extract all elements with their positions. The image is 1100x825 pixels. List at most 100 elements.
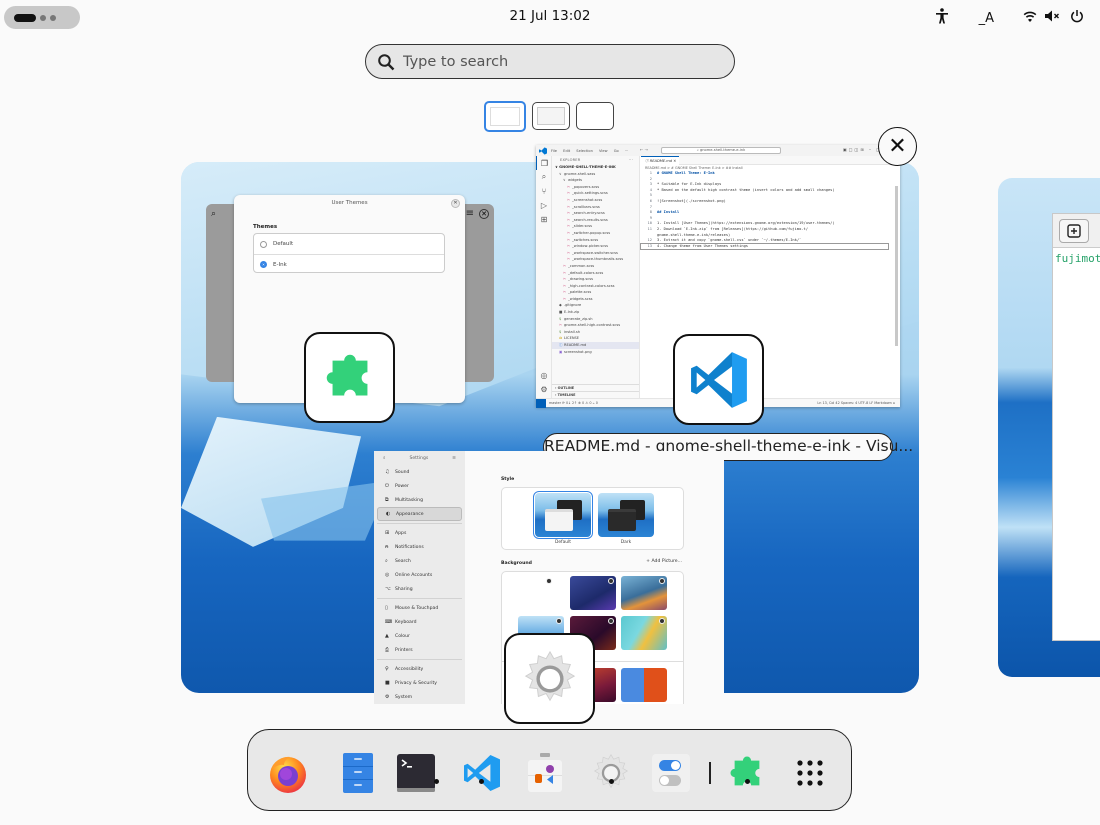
sidebar-item-apps[interactable]: ⊞ Apps [377,526,462,540]
editor-scrollbar[interactable] [895,186,898,346]
nav-back-forward[interactable]: ← → [640,147,648,152]
menu-file[interactable]: File [551,149,557,153]
dock-item-firefox[interactable] [265,750,311,796]
tree-item[interactable]: ✂ _scrollbars.scss [552,204,639,211]
sidebar-item-keyboard[interactable]: ⌨ Keyboard [377,615,462,629]
search-entry[interactable] [365,44,735,79]
tree-item[interactable]: ✂ _screenshot.scss [552,197,639,204]
search-icon[interactable]: ⌕ [536,170,552,184]
sidebar-item-privacy-security[interactable]: ■ Privacy & Security [377,676,462,690]
sidebar-item-system[interactable]: ⚙ System [377,690,462,704]
system-tray[interactable]: _A [935,6,1084,30]
workspace-thumbnail-2[interactable] [532,102,570,130]
account-icon[interactable]: ◎ [536,368,552,382]
background-thumb[interactable] [621,616,667,650]
sidebar-item-online-accounts[interactable]: ◎ Online Accounts [377,568,462,582]
search-icon[interactable]: ⌕ [383,455,386,461]
dock-item-tweaks[interactable] [648,750,694,796]
sidebar-item-power[interactable]: ⏻ Power [377,479,462,493]
tree-item[interactable]: ✂ _default-colors.scss [552,270,639,277]
tree-item[interactable]: ∨ widgets [552,177,639,184]
style-option-default[interactable] [533,491,593,539]
tree-item[interactable]: ■ E-Ink.zip [552,309,639,316]
background-thumb[interactable] [508,576,554,610]
layout-controls[interactable]: ▣□◫⊞ – □ [843,147,882,152]
dock-item-settings[interactable] [588,750,634,796]
tab-readme[interactable]: ⓘ README.md ✕ [641,156,679,165]
tree-item[interactable]: ✂ _quick-settings.scss [552,190,639,197]
power-icon[interactable] [1070,9,1084,27]
code-line[interactable]: 13 4. Change theme from User Themes setti… [640,242,889,251]
background-thumb[interactable] [621,576,667,610]
tree-item[interactable]: $ generate_zip.sh [552,316,639,323]
menu-selection[interactable]: Selection [576,149,593,153]
tree-item[interactable]: ✂ _high-contrast-colors.scss [552,283,639,290]
wifi-icon[interactable] [1022,9,1038,27]
background-thumb[interactable] [570,576,616,610]
tree-item[interactable]: ◆ .gitignore [552,302,639,309]
tree-item[interactable]: ✂ _switches.scss [552,237,639,244]
workspace-thumbnail-3[interactable] [576,102,614,130]
run-debug-icon[interactable]: ▷ [536,198,552,212]
tree-item[interactable]: ✂ _slider.scss [552,223,639,230]
source-control-icon[interactable]: ⑂ [536,184,552,198]
tree-item[interactable]: ✂ _palette.scss [552,289,639,296]
tree-item[interactable]: $ install.sh [552,329,639,336]
add-picture-button[interactable]: + Add Picture... [646,559,682,564]
show-apps-button[interactable] [787,750,833,796]
tree-item[interactable]: ✂ gnome-shell-high-contrast.scss [552,322,639,329]
menu-view[interactable]: View [599,149,608,153]
sidebar-item-search[interactable]: ⌕ Search [377,554,462,568]
search-input[interactable] [403,53,703,70]
dock-item-software[interactable] [522,750,568,796]
manage-gear-icon[interactable]: ⚙ [536,382,552,396]
sidebar-item-notifications[interactable]: ⍾ Notifications [377,540,462,554]
style-option-dark[interactable] [598,493,654,537]
dock-item-vscode[interactable] [459,750,505,796]
new-tab-button[interactable] [1059,219,1089,243]
sidebar-item-printers[interactable]: ⎙ Printers [377,643,462,657]
sidebar-item-sharing[interactable]: ⌥ Sharing [377,582,462,596]
command-center[interactable]: ⌕ gnome-shell-theme-e-ink [661,147,781,154]
extensions-icon[interactable]: ⊞ [536,212,552,226]
accessibility-icon[interactable] [935,8,949,28]
background-thumb[interactable] [621,668,667,702]
menu-icon[interactable]: ≡ [452,456,456,461]
outline-section[interactable]: › OUTLINE [552,384,639,391]
sidebar-item-accessibility[interactable]: ♀ Accessibility [377,662,462,676]
dock-item-extensions[interactable] [724,750,770,796]
sidebar-item-mouse-touchpad[interactable]: ▯ Mouse & Touchpad [377,601,462,615]
tree-root[interactable]: ∨ GNOME-SHELL-THEME-E-INK [552,164,639,171]
sidebar-item-appearance[interactable]: ◐ Appearance [377,507,462,521]
tree-item[interactable]: ✂ _workspace-switcher.scss [552,250,639,257]
sidebar-item-sound[interactable]: ♫ Sound [377,465,462,479]
dock-item-files[interactable] [335,750,381,796]
menu-go[interactable]: Go [614,149,619,153]
remote-indicator[interactable] [536,399,546,408]
tree-item[interactable]: ✂ _search-entry.scss [552,210,639,217]
dock-item-terminal[interactable] [393,750,439,796]
code-editor[interactable]: 1 # GNOME Shell Theme: E-Ink 2 3 * Suitable … [640,171,900,251]
menu-more[interactable]: ··· [625,149,628,153]
sidebar-item-multitasking[interactable]: ⧉ Multitasking [377,493,462,507]
close-window-button[interactable]: ✕ [878,127,917,166]
tree-item[interactable]: ✂ _drawing.scss [552,276,639,283]
tree-item[interactable]: ✂ _search-results.scss [552,217,639,224]
menu-edit[interactable]: Edit [563,149,570,153]
sidebar-item-colour[interactable]: ▲ Colour [377,629,462,643]
input-method-indicator[interactable]: _A [979,11,994,26]
tree-item[interactable]: ✂ _workspace-thumbnails.scss [552,256,639,263]
workspace-thumbnail-1[interactable] [484,101,526,132]
tree-item[interactable]: ✂ _switcher-popup.scss [552,230,639,237]
explorer-icon[interactable]: ❐ [536,156,552,170]
terminal-window-preview[interactable]: fujimot [1052,213,1100,641]
tree-item[interactable]: ∨ gnome-shell-sass [552,171,639,178]
tree-item[interactable]: ✂ _window-picker.scss [552,243,639,250]
tree-item[interactable]: ✂ _widgets.scss [552,296,639,303]
tree-item[interactable]: ▣ screenshot.png [552,349,639,356]
status-left[interactable]: master ⟳ 0↓ 2↑ ⊗ 0 ⚠ 0 ⫠ 0 [549,399,598,407]
volume-muted-icon[interactable] [1044,9,1060,27]
tree-item[interactable]: ⓘREADME.md [552,342,639,349]
tree-item[interactable]: ✂ _popovers.scss [552,184,639,191]
timeline-section[interactable]: › TIMELINE [552,391,639,398]
